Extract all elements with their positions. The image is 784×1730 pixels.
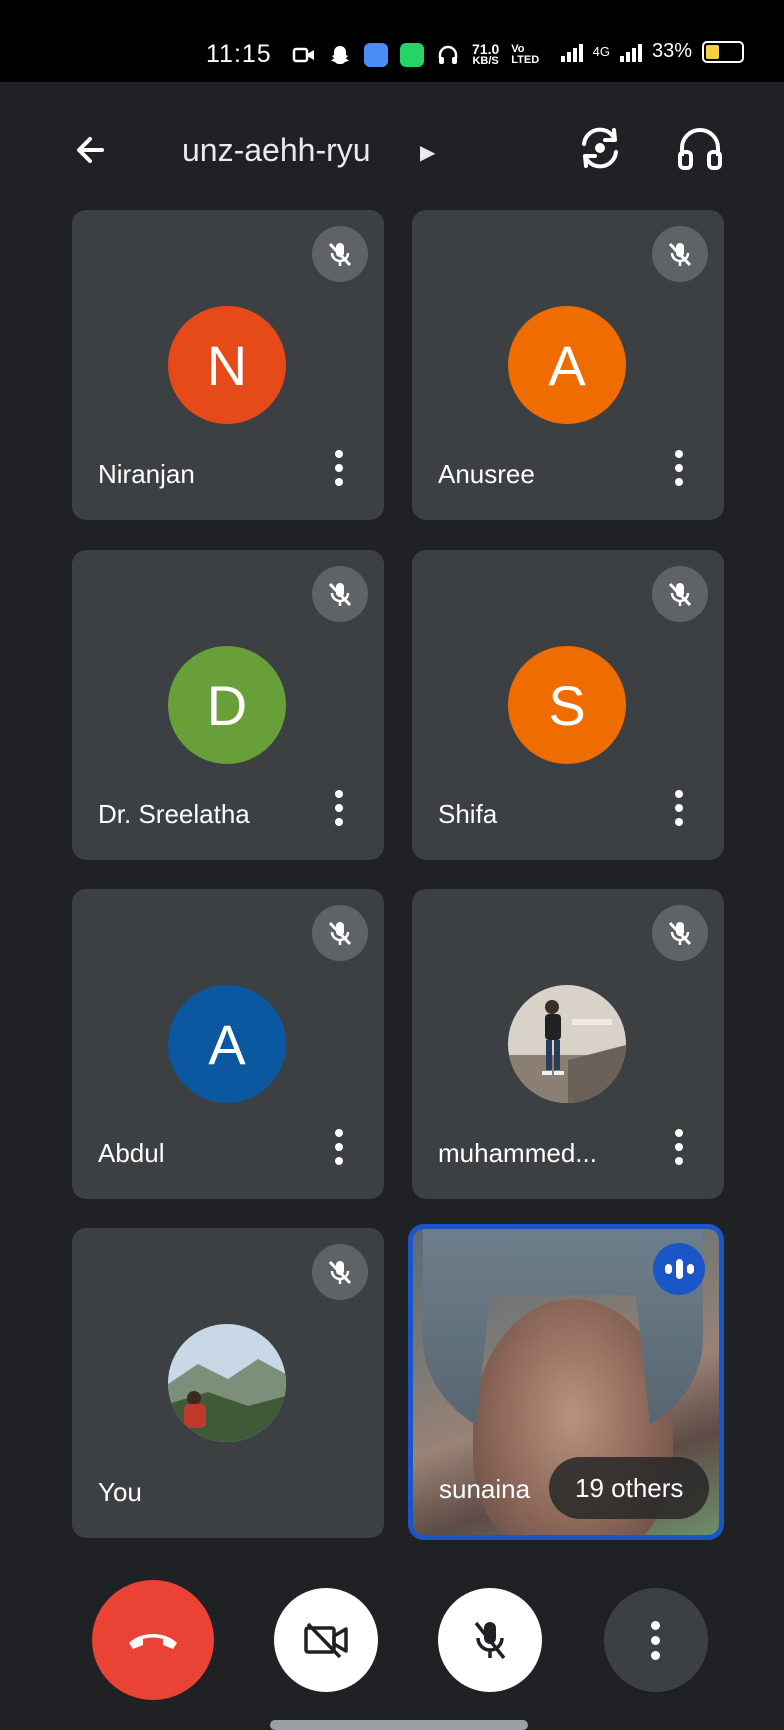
microphone-toggle-button[interactable] xyxy=(438,1588,542,1692)
mic-off-icon xyxy=(312,226,368,282)
participant-tile-muhammed[interactable]: muhammed... xyxy=(412,889,724,1199)
profile-photo xyxy=(508,985,626,1103)
participant-name: sunaina xyxy=(439,1474,531,1504)
video-call-icon xyxy=(292,47,314,62)
meeting-code[interactable]: unz-aehh-ryu xyxy=(182,132,371,169)
more-vert-icon[interactable] xyxy=(672,790,686,830)
avatar: A xyxy=(508,306,626,424)
more-options-button[interactable] xyxy=(604,1588,708,1692)
mic-off-icon xyxy=(652,566,708,622)
more-vert-icon[interactable] xyxy=(332,790,346,830)
snapchat-icon xyxy=(331,45,349,64)
mic-off-icon xyxy=(474,1621,506,1660)
home-indicator[interactable] xyxy=(270,1720,528,1730)
speaking-indicator-icon xyxy=(653,1243,705,1295)
more-options-icon xyxy=(651,1620,661,1660)
participant-tile-you[interactable]: You xyxy=(72,1228,384,1538)
clock: 11:15 xyxy=(206,40,272,68)
mic-off-icon xyxy=(312,566,368,622)
mic-off-icon xyxy=(652,226,708,282)
others-count-button[interactable]: 19 others xyxy=(549,1457,710,1519)
participant-name: Abdul xyxy=(98,1138,165,1168)
network-speed: 71.0 KB/S xyxy=(472,41,500,67)
end-call-icon xyxy=(129,1634,177,1649)
volte-indicator: Vo LTED xyxy=(511,42,540,66)
switch-camera-icon[interactable] xyxy=(572,120,628,176)
participant-name: muhammed... xyxy=(438,1138,597,1168)
mic-off-icon xyxy=(312,905,368,961)
signal-icon xyxy=(560,42,583,62)
headphones-icon[interactable] xyxy=(672,120,728,176)
more-vert-icon[interactable] xyxy=(672,450,686,490)
end-call-button[interactable] xyxy=(92,1580,214,1700)
participant-name: Shifa xyxy=(438,799,498,829)
status-bar: 11:15 71.0 KB/S Vo LTED 4G 33% xyxy=(0,0,784,82)
more-vert-icon[interactable] xyxy=(332,1129,346,1169)
caret-right-icon[interactable]: ▶ xyxy=(420,140,435,165)
messenger-icon xyxy=(364,42,388,67)
battery-icon xyxy=(702,40,744,63)
participant-tile-shifa[interactable]: S Shifa xyxy=(412,550,724,860)
participant-name: Dr. Sreelatha xyxy=(98,799,250,829)
meeting-header: unz-aehh-ryu ▶ xyxy=(0,82,784,212)
more-vert-icon[interactable] xyxy=(672,1129,686,1169)
participant-tile-anusree[interactable]: A Anusree xyxy=(412,210,724,520)
signal-icon-2 xyxy=(619,42,642,62)
headset-icon xyxy=(438,45,458,64)
camera-off-icon xyxy=(304,1622,348,1659)
network-type: 4G xyxy=(592,44,610,59)
participant-tile-abdul[interactable]: A Abdul xyxy=(72,889,384,1199)
mic-off-icon xyxy=(312,1244,368,1300)
profile-photo xyxy=(168,1324,286,1442)
back-arrow-icon[interactable] xyxy=(64,122,120,178)
mic-off-icon xyxy=(652,905,708,961)
participant-tile-niranjan[interactable]: N Niranjan xyxy=(72,210,384,520)
more-vert-icon[interactable] xyxy=(332,450,346,490)
active-speaker-tile[interactable]: sunaina 19 others xyxy=(408,1224,724,1540)
participant-name: Anusree xyxy=(438,459,535,489)
avatar: S xyxy=(508,646,626,764)
phone-app-icon xyxy=(400,42,424,67)
participant-name: You xyxy=(98,1477,142,1507)
notification-icons: 71.0 KB/S Vo LTED xyxy=(292,42,539,67)
avatar: D xyxy=(168,646,286,764)
participant-tile-dr-sreelatha[interactable]: D Dr. Sreelatha xyxy=(72,550,384,860)
participant-name: Niranjan xyxy=(98,459,195,489)
camera-toggle-button[interactable] xyxy=(274,1588,378,1692)
status-right: 4G 33% xyxy=(560,40,744,63)
battery-percent: 33% xyxy=(651,40,692,62)
avatar: A xyxy=(168,985,286,1103)
avatar: N xyxy=(168,306,286,424)
